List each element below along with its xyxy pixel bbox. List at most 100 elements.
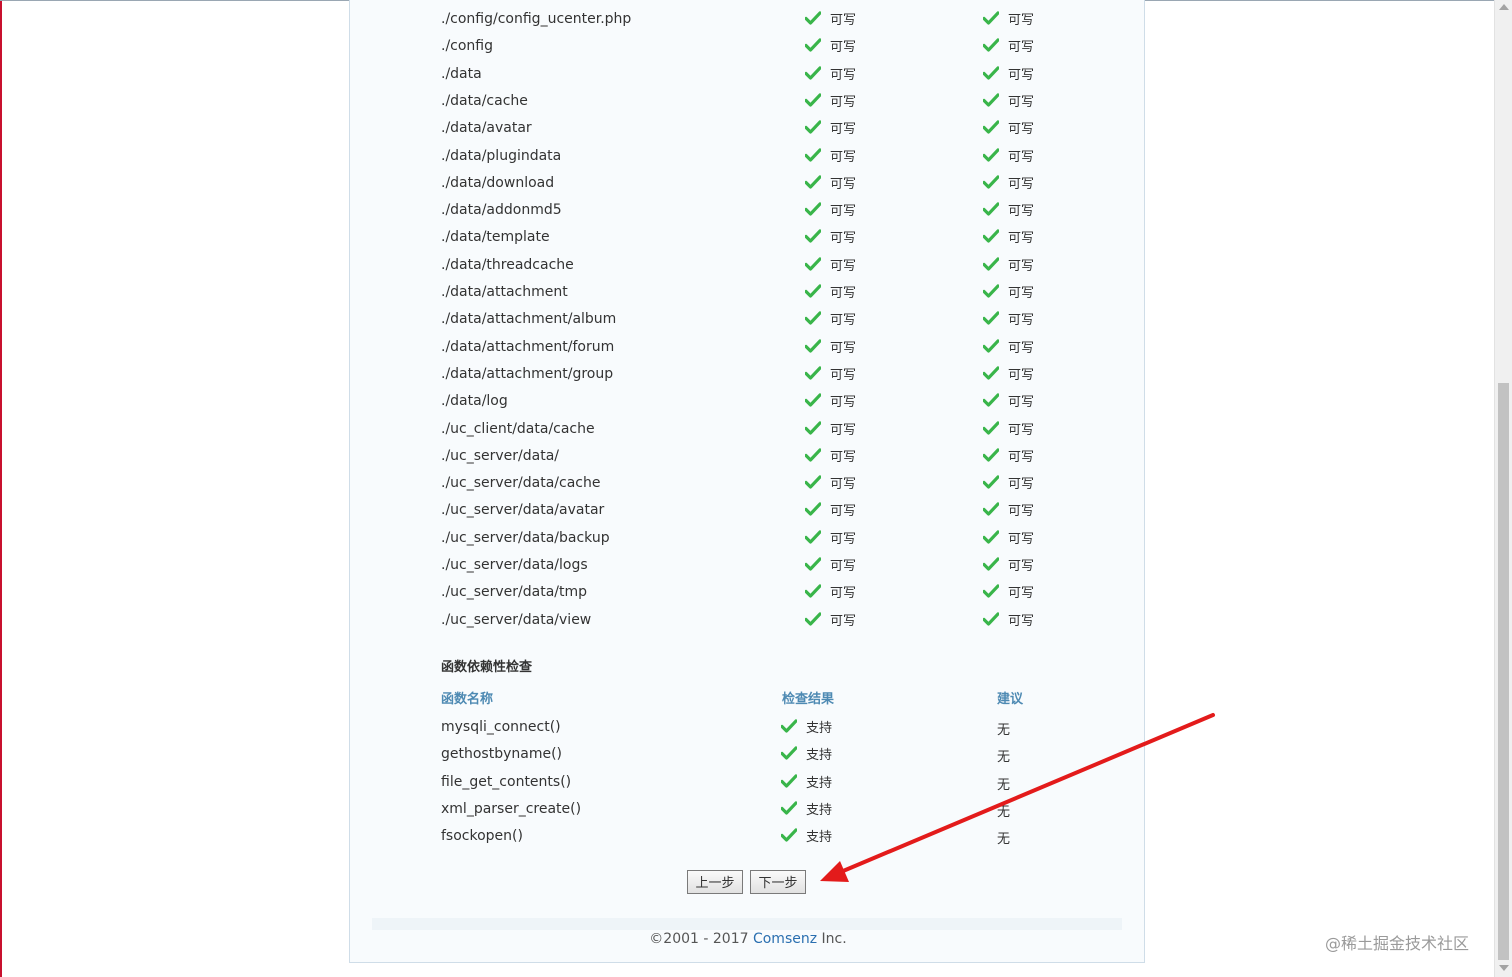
function-name: mysqli_connect()	[441, 719, 561, 735]
current-status: 可写	[804, 91, 856, 110]
status-text: 可写	[830, 613, 857, 629]
permission-row: ./uc_server/data/avatar 可写 可写	[441, 494, 1081, 521]
required-status: 可写	[982, 364, 1035, 383]
check-icon	[982, 557, 1000, 571]
permission-row: ./data 可写 可写	[441, 58, 1081, 85]
status-text: 可写	[1008, 367, 1035, 383]
status-text: 可写	[1008, 13, 1035, 28]
status-text: 可写	[830, 313, 857, 329]
permission-path: ./data/download	[441, 174, 555, 191]
check-icon	[982, 366, 1000, 380]
status-text: 可写	[830, 477, 857, 493]
check-icon	[804, 502, 822, 516]
current-status: 可写	[804, 64, 856, 83]
permission-path: ./data/threadcache	[441, 256, 574, 273]
permission-path: ./uc_client/data/cache	[441, 420, 595, 437]
check-icon	[982, 393, 1000, 407]
watermark: @稀土掘金技术社区	[1325, 934, 1470, 953]
current-status: 可写	[804, 227, 857, 247]
permission-row: ./data/plugindata 可写 可写	[441, 140, 1081, 167]
check-icon	[780, 746, 798, 760]
status-text: 可写	[1008, 559, 1035, 574]
permission-row: ./data/threadcache 可写 可写	[441, 249, 1081, 276]
check-icon	[804, 147, 822, 162]
vertical-scrollbar[interactable]	[1494, 0, 1512, 977]
check-icon	[982, 475, 1000, 489]
permission-row: ./data/cache 可写 可写	[441, 85, 1081, 112]
required-status: 可写	[982, 9, 1035, 28]
required-status: 可写	[982, 419, 1034, 438]
permission-row: ./config 可写 可写	[441, 30, 1081, 57]
required-status: 可写	[982, 446, 1034, 465]
function-name: fsockopen()	[441, 828, 523, 845]
next-step-button[interactable]: 下一步	[750, 870, 806, 894]
check-icon	[804, 366, 822, 380]
permission-path: ./data/attachment/album	[441, 311, 617, 328]
result-text: 支持	[806, 830, 833, 846]
permission-row: ./config/config_ucenter.php 可写 可写	[441, 3, 1081, 30]
function-advice: 无	[997, 777, 1011, 793]
check-icon	[804, 557, 822, 571]
scroll-thumb[interactable]	[1498, 383, 1509, 960]
required-status: 可写	[982, 309, 1034, 328]
required-status: 可写	[982, 36, 1035, 56]
check-icon	[982, 338, 1000, 353]
function-row: xml_parser_create() 支持 无	[441, 793, 1081, 820]
comsenz-link[interactable]: Comsenz	[753, 931, 817, 947]
status-text: 可写	[1008, 477, 1035, 493]
check-icon	[982, 530, 1000, 544]
check-icon	[804, 120, 822, 134]
current-status: 可写	[804, 200, 856, 219]
function-row: gethostbyname() 支持 无	[441, 738, 1081, 765]
prev-step-button[interactable]: 上一步	[687, 870, 743, 894]
status-text: 可写	[1008, 531, 1035, 547]
status-text: 可写	[830, 231, 857, 247]
required-status: 可写	[982, 173, 1035, 192]
status-text: 可写	[830, 258, 857, 274]
status-text: 可写	[1008, 204, 1035, 220]
check-icon	[804, 65, 822, 80]
function-advice: 无	[997, 804, 1011, 820]
required-status: 可写	[982, 255, 1034, 274]
check-icon	[804, 38, 822, 52]
check-icon	[804, 448, 822, 462]
permission-path: ./uc_server/data/view	[441, 611, 592, 628]
function-name: file_get_contents()	[441, 773, 572, 790]
check-icon	[804, 530, 822, 544]
scroll-down-arrow-icon[interactable]	[1499, 965, 1509, 971]
scroll-up-arrow-icon[interactable]	[1499, 4, 1509, 10]
function-name: gethostbyname()	[441, 746, 563, 763]
required-status: 可写	[982, 118, 1035, 138]
required-status: 可写	[982, 610, 1034, 629]
status-text: 可写	[1008, 122, 1035, 138]
status-text: 可写	[1008, 176, 1035, 192]
permission-path: ./data	[441, 65, 482, 82]
function-row: file_get_contents() 支持 无	[441, 766, 1081, 793]
required-status: 可写	[982, 91, 1035, 110]
check-icon	[804, 393, 822, 407]
required-status: 可写	[982, 200, 1035, 220]
current-status: 可写	[804, 118, 856, 137]
permission-row: ./uc_server/data/cache 可写 可写	[441, 467, 1081, 494]
status-text: 可写	[1008, 340, 1035, 356]
status-text: 可写	[1008, 149, 1035, 165]
current-status: 可写	[804, 610, 857, 629]
function-result: 支持	[780, 826, 833, 846]
check-icon	[804, 93, 822, 107]
permission-row: ./uc_client/data/cache 可写 可写	[441, 413, 1081, 440]
status-text: 可写	[1008, 40, 1035, 56]
check-icon	[982, 584, 1000, 598]
permission-row: ./data/attachment/group 可写 可写	[441, 358, 1081, 385]
current-status: 可写	[804, 309, 857, 329]
current-status: 可写	[804, 173, 856, 192]
required-status: 可写	[982, 391, 1034, 410]
check-icon	[804, 475, 822, 489]
permission-path: ./data/log	[441, 393, 508, 410]
result-text: 支持	[806, 802, 833, 818]
status-text: 可写	[1008, 94, 1035, 110]
permission-row: ./data/attachment 可写 可写	[441, 276, 1081, 303]
permission-path: ./data/attachment	[441, 284, 568, 300]
check-icon	[982, 611, 1000, 626]
permission-path: ./data/attachment/forum	[441, 338, 615, 355]
permission-path: ./uc_server/data/avatar	[441, 502, 605, 519]
